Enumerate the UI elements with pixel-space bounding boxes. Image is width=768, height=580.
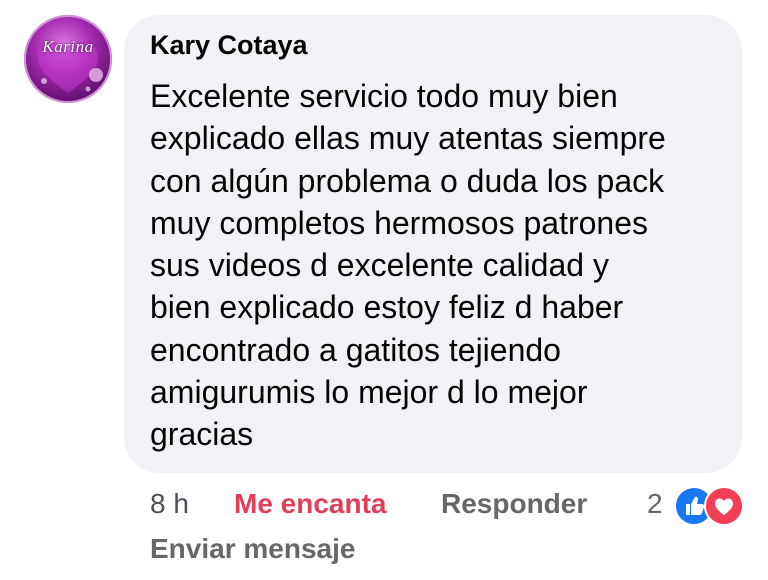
comment-text-line: muy completos hermosos patrones	[150, 204, 648, 241]
comment-text-line: amigurumis lo mejor d lo mejor	[150, 374, 588, 411]
comment-text-line: gracias	[150, 416, 254, 453]
comment-text-line: Excelente servicio todo muy bien	[150, 78, 618, 114]
comment-text-line: bien explicado estoy feliz d haber	[150, 289, 624, 326]
avatar-name-text: Karina	[42, 37, 94, 56]
reaction-summary[interactable]	[674, 486, 746, 526]
avatar-heart-icon	[38, 42, 103, 93]
comment: Karina Kary Cotaya Excelente servicio to…	[0, 0, 768, 580]
love-icon	[704, 486, 744, 526]
reaction-count[interactable]: 2	[647, 488, 663, 520]
comment-text-line: con algún problema o duda los pack	[150, 162, 665, 199]
comment-text: Excelente servicio todo muy bien explica…	[150, 75, 730, 456]
reaction-button[interactable]: Me encanta	[234, 488, 387, 520]
comment-text-line: encontrado a gatitos tejiendo	[150, 331, 561, 368]
avatar[interactable]: Karina	[24, 15, 112, 103]
reply-button[interactable]: Responder	[441, 488, 587, 520]
comment-author[interactable]: Kary Cotaya	[150, 30, 308, 61]
comment-text-line: explicado ellas muy atentas siempre	[150, 120, 666, 157]
comment-text-line: sus videos d excelente calidad y	[150, 247, 609, 284]
comment-timestamp[interactable]: 8 h	[150, 488, 189, 520]
send-message-button[interactable]: Enviar mensaje	[150, 533, 355, 565]
